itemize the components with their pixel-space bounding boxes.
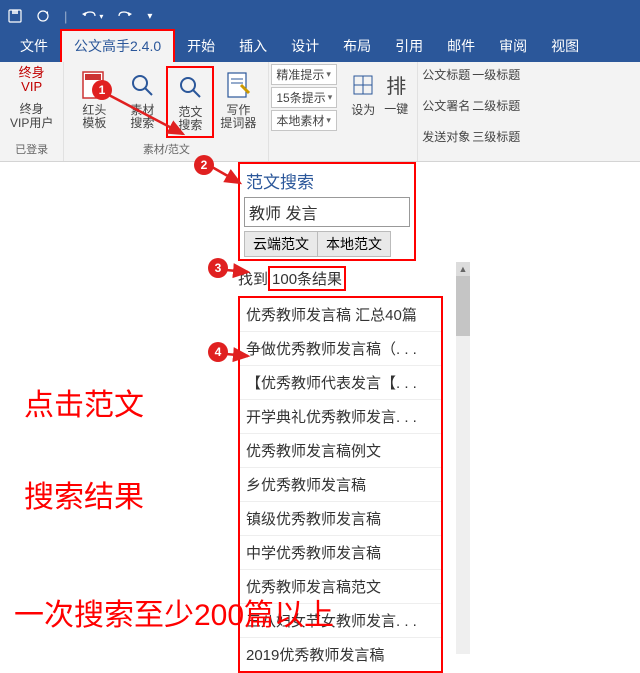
annotation-line1: 点击范文	[24, 380, 144, 424]
callout-4: 4	[208, 342, 228, 362]
scroll-thumb[interactable]	[456, 276, 470, 336]
redo-icon[interactable]	[117, 9, 133, 23]
tab-references[interactable]: 引用	[383, 31, 435, 62]
cmd-recipient[interactable]: 发送对象	[422, 128, 470, 145]
tab-mail[interactable]: 邮件	[435, 31, 487, 62]
tab-home[interactable]: 开始	[175, 31, 227, 62]
arrow-2	[210, 165, 250, 195]
annotation-line3: 一次搜索至少200篇以上	[14, 590, 334, 634]
result-item[interactable]: 优秀教师发言稿例文	[240, 434, 441, 468]
tab-file[interactable]: 文件	[8, 31, 60, 62]
result-item[interactable]: 争做优秀教师发言稿（. . .	[240, 332, 441, 366]
result-item[interactable]: 开学典礼优秀教师发言. . .	[240, 400, 441, 434]
arrow-3	[224, 262, 254, 282]
result-item[interactable]: 【优秀教师代表发言【. . .	[240, 366, 441, 400]
tab-insert[interactable]: 插入	[227, 31, 279, 62]
scrollbar[interactable]: ▲	[456, 262, 470, 654]
vip-mid2: VIP用户	[10, 116, 53, 130]
tab-review[interactable]: 审阅	[487, 31, 539, 62]
tab-layout[interactable]: 布局	[331, 31, 383, 62]
separator: |	[64, 9, 67, 24]
btn-xiezuo[interactable]: 写作提词器	[214, 66, 262, 138]
result-item[interactable]: 优秀教师发言稿 汇总40篇	[240, 298, 441, 332]
style-commands: 公文标题 一级标题 公文署名 二级标题 发送对象 三级标题	[418, 62, 543, 161]
group-label-logged: 已登录	[15, 141, 48, 157]
search-pane: 范文搜索 教师 发言 云端范文 本地范文	[238, 162, 416, 261]
btn-paiban[interactable]: 排 一键	[381, 66, 411, 120]
callout-1: 1	[92, 80, 112, 100]
vip-mid1: 终身	[20, 102, 44, 116]
tab-design[interactable]: 设计	[279, 31, 331, 62]
cmd-sign[interactable]: 公文署名	[422, 97, 470, 114]
tab-bar: 文件 公文高手2.4.0 开始 插入 设计 布局 引用 邮件 审阅 视图	[0, 32, 640, 62]
pane-title: 范文搜索	[240, 164, 414, 197]
result-item[interactable]: 乡优秀教师发言稿	[240, 468, 441, 502]
titlebar: | ▾ ▾	[0, 0, 640, 32]
result-item[interactable]: 中学优秀教师发言稿	[240, 536, 441, 570]
dd-local[interactable]: 本地素材▾	[271, 110, 337, 131]
callout-2: 2	[194, 155, 214, 175]
vip-group: 终身VIP 终身VIP用户 已登录	[0, 62, 64, 161]
result-item[interactable]: 2019优秀教师发言稿	[240, 638, 441, 671]
tab-gongwen[interactable]: 公文高手2.4.0	[60, 29, 175, 62]
arrow-1	[105, 92, 195, 152]
ribbon: 终身VIP 终身VIP用户 已登录 红头模板 素材搜索 范文搜索	[0, 62, 640, 162]
result-item[interactable]: 镇级优秀教师发言稿	[240, 502, 441, 536]
annotation-line2: 搜索结果	[24, 472, 144, 516]
refresh-icon[interactable]	[36, 9, 50, 23]
grid-icon	[348, 70, 378, 100]
task-pane-area: 范文搜索 教师 发言 云端范文 本地范文 找到100条结果 优秀教师发言稿 汇总…	[200, 162, 640, 654]
dd-count[interactable]: 15条提示▾	[271, 87, 337, 108]
callout-3: 3	[208, 258, 228, 278]
cmd-h2[interactable]: 二级标题	[472, 97, 520, 114]
save-icon[interactable]	[8, 9, 22, 23]
scroll-up-icon[interactable]: ▲	[456, 262, 470, 276]
dd-precise[interactable]: 精准提示▾	[271, 64, 337, 85]
count-value: 100条结果	[268, 266, 346, 291]
tab-local[interactable]: 本地范文	[318, 231, 391, 257]
search-input[interactable]: 教师 发言	[244, 197, 410, 227]
cmd-h1[interactable]: 一级标题	[472, 66, 520, 83]
cmd-h3[interactable]: 三级标题	[472, 128, 520, 145]
btn-sheji[interactable]: 设为	[345, 66, 381, 121]
dropdown-stack: 精准提示▾ 15条提示▾ 本地素材▾	[269, 62, 339, 161]
vip-top2: VIP	[21, 79, 42, 94]
result-count: 找到100条结果	[238, 266, 346, 291]
format-group: 设为 排 一键	[339, 62, 418, 161]
tab-view[interactable]: 视图	[539, 31, 591, 62]
undo-icon[interactable]: ▾	[81, 9, 103, 23]
more-icon[interactable]: ▾	[147, 11, 152, 22]
tab-cloud[interactable]: 云端范文	[244, 231, 318, 257]
cmd-title[interactable]: 公文标题	[422, 66, 470, 83]
vip-top1: 终身	[19, 65, 45, 80]
arrow-4	[224, 346, 254, 366]
compose-icon	[223, 70, 253, 100]
